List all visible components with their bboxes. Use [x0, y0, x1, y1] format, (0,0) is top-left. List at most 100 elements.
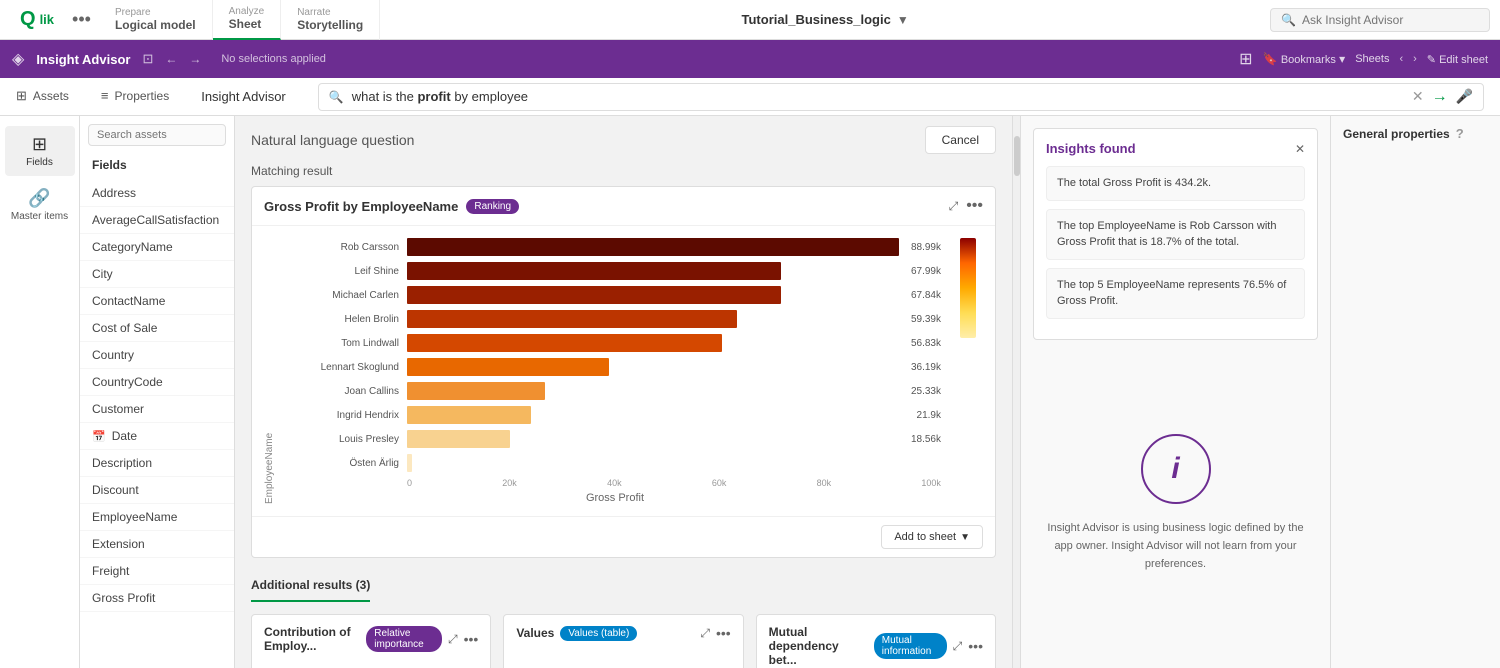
bar-fill-1 — [407, 262, 781, 280]
sub-header: ⊞ Assets ≡ Properties Insight Advisor 🔍 … — [0, 78, 1500, 116]
field-item-description[interactable]: Description — [80, 450, 234, 477]
chart-more-icon[interactable]: ••• — [966, 197, 983, 215]
additional-card-expand-1[interactable]: ⤢ — [700, 626, 710, 641]
chart-legend — [953, 238, 983, 504]
additional-card-more-1[interactable]: ••• — [716, 625, 731, 641]
insight-advisor-toolbar: ◈ Insight Advisor ⊡ ← → No selections ap… — [0, 40, 1500, 78]
additional-card-expand-2[interactable]: ⤢ — [953, 639, 963, 654]
bar-track-6 — [407, 382, 899, 400]
additional-results-bar: Additional results (3) — [251, 570, 370, 602]
bar-value-4: 56.83k — [911, 338, 941, 349]
field-item-date[interactable]: 📅 Date — [80, 423, 234, 450]
app-menu-dots[interactable]: ••• — [64, 9, 99, 30]
ia-grid-icon[interactable]: ⊞ — [1239, 49, 1252, 69]
y-axis-label: EmployeeName — [264, 238, 275, 504]
ia-edit-sheet-btn[interactable]: ✎ Edit sheet — [1427, 53, 1488, 66]
bar-track-9 — [407, 454, 929, 472]
field-item-country[interactable]: Country — [80, 342, 234, 369]
cancel-button[interactable]: Cancel — [925, 126, 996, 154]
field-item-discount[interactable]: Discount — [80, 477, 234, 504]
search-mic-icon[interactable]: 🎤 — [1456, 88, 1473, 105]
field-item-countrycode[interactable]: CountryCode — [80, 369, 234, 396]
sidebar-item-fields[interactable]: ⊞ Fields — [5, 126, 75, 176]
left-sidebar: ⊞ Fields 🔗 Master items — [0, 116, 80, 668]
top-search-input[interactable] — [1302, 13, 1452, 27]
field-item-employeename[interactable]: EmployeeName — [80, 504, 234, 531]
general-properties-label: General properties — [1343, 127, 1450, 141]
additional-card-badge-0: Relative importance — [366, 626, 442, 652]
bar-fill-8 — [407, 430, 510, 448]
field-item-avgcall[interactable]: AverageCallSatisfaction — [80, 207, 234, 234]
ia-next-sheet-icon[interactable]: › — [1413, 53, 1417, 65]
fields-search-input[interactable] — [97, 129, 217, 141]
nlq-header: Natural language question Cancel — [235, 116, 1012, 164]
field-item-contactname[interactable]: ContactName — [80, 288, 234, 315]
tab-properties[interactable]: ≡ Properties — [85, 78, 185, 116]
fields-title: Fields — [80, 154, 234, 176]
ia-back-icon[interactable]: ← — [165, 52, 177, 66]
x-axis-0: 0 — [407, 478, 412, 488]
bar-track-8 — [407, 430, 899, 448]
additional-card-more-0[interactable]: ••• — [464, 631, 479, 647]
chart-expand-icon[interactable]: ⤢ — [949, 199, 959, 214]
field-item-address[interactable]: Address — [80, 180, 234, 207]
field-item-customer[interactable]: Customer — [80, 396, 234, 423]
field-item-grossprofit[interactable]: Gross Profit — [80, 585, 234, 612]
bar-fill-0 — [407, 238, 899, 256]
ia-sheets-label[interactable]: Sheets — [1355, 53, 1389, 65]
bar-fill-9 — [407, 454, 412, 472]
additional-results-tab[interactable]: Additional results (3) — [251, 570, 370, 614]
add-to-sheet-button[interactable]: Add to sheet ▼ — [881, 525, 983, 549]
ia-forward-icon[interactable]: → — [189, 52, 201, 66]
additional-card-header-1: Values Values (table) ⤢ ••• — [516, 625, 730, 641]
additional-card-expand-0[interactable]: ⤢ — [448, 632, 458, 647]
fields-search-box[interactable] — [88, 124, 226, 146]
ia-selections-icon[interactable]: ⊡ — [142, 51, 153, 67]
date-calendar-icon: 📅 — [92, 430, 106, 443]
chart-scrollbar-thumb[interactable] — [1014, 136, 1020, 176]
chart-title: Gross Profit by EmployeeName — [264, 199, 458, 214]
legend-gradient — [960, 238, 976, 338]
nav-narrate[interactable]: Narrate Storytelling — [281, 0, 380, 40]
general-properties-help-icon[interactable]: ? — [1456, 126, 1464, 141]
x-axis-60k: 60k — [712, 478, 727, 488]
top-search-bar[interactable]: 🔍 — [1270, 8, 1490, 32]
field-item-city[interactable]: City — [80, 261, 234, 288]
additional-card-2: Mutual dependency bet... Mutual informat… — [756, 614, 996, 668]
nav-analyze[interactable]: Analyze Sheet — [213, 0, 282, 40]
additional-card-title-2: Mutual dependency bet... — [769, 625, 868, 667]
additional-card-badge-1: Values (table) — [560, 626, 637, 641]
bar-value-1: 67.99k — [911, 266, 941, 277]
bar-row-3: Helen Brolin 59.39k — [289, 310, 941, 328]
additional-results-label: Additional results (3) — [251, 578, 370, 592]
properties-icon: ≡ — [101, 88, 109, 103]
app-title-area: Tutorial_Business_logic ▼ — [380, 12, 1270, 27]
bar-value-3: 59.39k — [911, 314, 941, 325]
qlik-logo[interactable]: Q lik — [10, 8, 64, 31]
tab-assets[interactable]: ⊞ Assets — [0, 78, 85, 116]
nlq-search-area[interactable]: 🔍 what is the profit by employee ✕ → 🎤 — [318, 83, 1484, 111]
ia-bookmarks-icon[interactable]: 🔖 Bookmarks ▾ — [1263, 52, 1346, 66]
top-nav-right: 🔍 — [1270, 8, 1490, 32]
field-item-categoryname[interactable]: CategoryName — [80, 234, 234, 261]
search-clear-icon[interactable]: ✕ — [1412, 88, 1424, 105]
field-item-extension[interactable]: Extension — [80, 531, 234, 558]
fields-icon: ⊞ — [32, 134, 47, 155]
insights-found-close-icon[interactable]: ✕ — [1295, 142, 1305, 156]
additional-card-header-0: Contribution of Employ... Relative impor… — [264, 625, 478, 653]
add-to-sheet-area: Add to sheet ▼ — [252, 516, 995, 557]
search-submit-icon[interactable]: → — [1432, 88, 1448, 106]
ia-prev-sheet-icon[interactable]: ‹ — [1399, 53, 1403, 65]
nav-prepare[interactable]: Prepare Logical model — [99, 0, 213, 40]
sidebar-item-master-items[interactable]: 🔗 Master items — [5, 180, 75, 230]
chart-container-wrapper: Matching result Gross Profit by Employee… — [235, 164, 1012, 668]
field-item-costofsale[interactable]: Cost of Sale — [80, 315, 234, 342]
ia-bar-label: Insight Advisor — [36, 52, 130, 67]
bar-fill-3 — [407, 310, 737, 328]
additional-card-more-2[interactable]: ••• — [968, 638, 983, 654]
app-title-dropdown-icon[interactable]: ▼ — [897, 13, 909, 27]
ia-main-label: Insight Advisor — [185, 89, 302, 104]
chart-scrollbar[interactable] — [1012, 116, 1020, 668]
field-item-freight[interactable]: Freight — [80, 558, 234, 585]
bar-fill-4 — [407, 334, 722, 352]
